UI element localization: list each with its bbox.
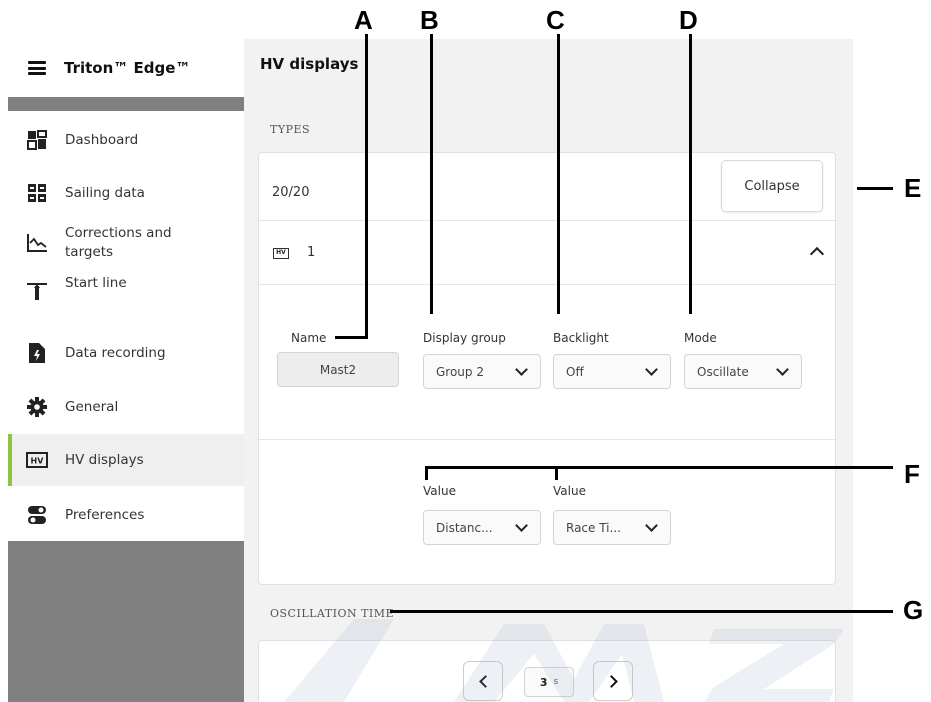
svg-text:HV: HV xyxy=(31,457,45,466)
value-1-label: Value xyxy=(423,484,456,498)
display-group-label: Display group xyxy=(423,331,506,345)
value-2-select[interactable]: Race Ti... xyxy=(553,510,671,545)
sidebar-item-label: Dashboard xyxy=(65,131,139,148)
mode-value: Oscillate xyxy=(697,364,749,379)
chevron-up-icon[interactable] xyxy=(809,246,825,262)
callout-line-e xyxy=(857,187,893,190)
dashboard-icon xyxy=(26,129,48,151)
callout-line-f-tick-1 xyxy=(425,466,428,480)
callout-line-a-horizontal xyxy=(335,336,368,339)
mode-label: Mode xyxy=(684,331,717,345)
chevron-down-icon xyxy=(645,363,658,376)
sidebar-item-label: Start line xyxy=(65,275,127,291)
callout-b: B xyxy=(420,5,439,35)
display-count: 20/20 xyxy=(272,185,310,200)
callout-line-d xyxy=(689,34,692,314)
oscillation-unit: s xyxy=(553,677,559,687)
hv-item-number: 1 xyxy=(307,245,316,260)
chevron-down-icon xyxy=(515,519,528,532)
sidebar-item-label: Preferences xyxy=(65,506,145,523)
callout-line-f-tick-2 xyxy=(555,466,558,480)
sidebar-item-data-recording[interactable]: Data recording xyxy=(8,331,244,375)
chevron-right-icon xyxy=(604,674,618,688)
backlight-label: Backlight xyxy=(553,331,609,345)
sidebar: Triton™ Edge™ Dashboard Sailing data Cor… xyxy=(8,39,244,702)
count-row: 20/20 Collapse xyxy=(259,153,835,221)
oscillation-time-card: 3 s xyxy=(258,640,836,702)
page-title: HV displays xyxy=(260,55,359,73)
collapse-button[interactable]: Collapse xyxy=(721,160,823,212)
callout-line-f xyxy=(425,466,893,469)
sidebar-header: Triton™ Edge™ xyxy=(8,39,244,97)
gear-icon xyxy=(26,396,48,418)
hv-badge-icon: HV xyxy=(273,248,289,259)
callout-d: D xyxy=(679,5,698,35)
chevron-down-icon xyxy=(776,363,789,376)
data-recording-icon xyxy=(26,342,48,364)
types-section-label: TYPES xyxy=(270,123,311,136)
oscillation-time-value: 3 s xyxy=(524,667,574,697)
sidebar-item-preferences[interactable]: Preferences xyxy=(8,493,244,537)
sidebar-item-corrections-and-targets[interactable]: Corrections and targets xyxy=(8,219,244,267)
mode-select[interactable]: Oscillate xyxy=(684,354,802,389)
sidebar-item-dashboard[interactable]: Dashboard xyxy=(8,118,244,162)
callout-line-g xyxy=(390,610,893,613)
sidebar-item-start-line[interactable]: Start line xyxy=(8,273,244,309)
corrections-graph-icon xyxy=(26,232,48,254)
sidebar-item-label: General xyxy=(65,398,119,415)
name-input[interactable]: Mast2 xyxy=(277,352,399,387)
callout-a: A xyxy=(354,5,373,35)
callout-f: F xyxy=(904,459,920,489)
display-group-select[interactable]: Group 2 xyxy=(423,354,541,389)
app-title: Triton™ Edge™ xyxy=(64,59,191,77)
value-1-value: Distanc... xyxy=(436,520,493,535)
sidebar-item-label: Corrections and targets xyxy=(65,225,172,260)
main-content: HV displays TYPES 20/20 Collapse HV 1 Na… xyxy=(244,39,853,702)
name-label: Name xyxy=(291,331,327,345)
sidebar-item-label: HV displays xyxy=(65,451,144,468)
chevron-down-icon xyxy=(515,363,528,376)
callout-line-c xyxy=(557,34,560,314)
display-group-value: Group 2 xyxy=(436,364,484,379)
callout-e: E xyxy=(904,173,922,203)
hv-settings-row: Name Mast2 Display group Group 2 Backlig… xyxy=(259,285,835,440)
value-2-value: Race Ti... xyxy=(566,520,621,535)
sidebar-item-label: Data recording xyxy=(65,344,166,361)
chevron-down-icon xyxy=(645,519,658,532)
sailing-data-grid-icon xyxy=(26,182,48,204)
toggle-preferences-icon xyxy=(26,504,48,526)
backlight-value: Off xyxy=(566,364,584,379)
value-2-label: Value xyxy=(553,484,586,498)
oscillation-number: 3 xyxy=(539,675,548,689)
sidebar-item-label: Sailing data xyxy=(65,184,145,201)
increment-button[interactable] xyxy=(593,661,633,701)
hamburger-menu-icon[interactable] xyxy=(28,61,46,75)
hv-item-header[interactable]: HV 1 xyxy=(259,221,835,285)
callout-c: C xyxy=(546,5,565,35)
decrement-button[interactable] xyxy=(463,661,503,701)
hv-display-icon: HV xyxy=(26,449,48,471)
sidebar-item-hv-displays[interactable]: HV HV displays xyxy=(8,434,244,486)
hv-values-row: Value Distanc... Value Race Ti... xyxy=(259,440,835,584)
start-line-icon xyxy=(26,280,48,302)
callout-line-b xyxy=(430,34,433,314)
backlight-select[interactable]: Off xyxy=(553,354,671,389)
callout-g: G xyxy=(903,595,924,625)
value-1-select[interactable]: Distanc... xyxy=(423,510,541,545)
chevron-left-icon xyxy=(478,674,492,688)
callout-line-a xyxy=(365,34,368,338)
sidebar-item-sailing-data[interactable]: Sailing data xyxy=(8,171,244,215)
hv-types-card: 20/20 Collapse HV 1 Name Mast2 Display g… xyxy=(258,152,836,585)
oscillation-time-label: OSCILLATION TIME xyxy=(270,607,395,620)
sidebar-menu: Dashboard Sailing data Corrections and t… xyxy=(8,111,244,541)
sidebar-item-general[interactable]: General xyxy=(8,385,244,429)
